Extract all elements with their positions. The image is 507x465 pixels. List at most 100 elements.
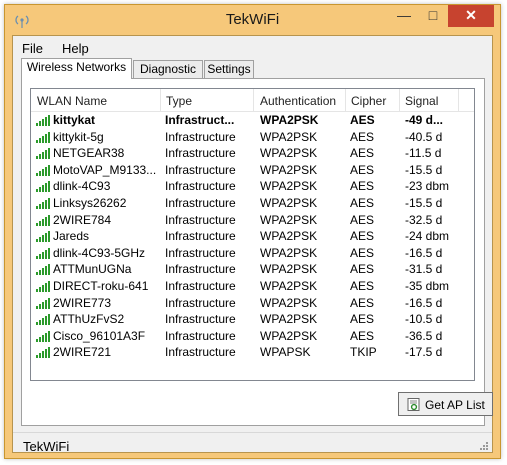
close-button[interactable]: ✕ — [448, 5, 494, 27]
cell-signal: -11.5 d — [405, 146, 442, 161]
tab-settings[interactable]: Settings — [204, 60, 254, 78]
cell-cipher: AES — [350, 162, 375, 177]
cell-wlan-name: MotoVAP_M9133... — [53, 162, 157, 177]
column-divider[interactable] — [160, 89, 161, 111]
maximize-button[interactable]: □ — [419, 5, 447, 27]
cell-authentication: WPA2PSK — [260, 129, 318, 144]
app-window: TekWiFi — □ ✕ File Help Wireless Network… — [4, 4, 501, 459]
cell-cipher: AES — [350, 279, 375, 293]
column-divider[interactable] — [253, 89, 254, 111]
table-row[interactable]: ATThUzFvS2 Infrastructure WPA2PSK AES -10.5 … — [31, 311, 474, 328]
column-header-authentication[interactable]: Authentication — [260, 94, 336, 108]
signal-strength-icon — [36, 264, 50, 276]
cell-authentication: WPA2PSK — [260, 295, 318, 310]
cell-signal: -32.5 d — [405, 212, 443, 227]
cell-wlan-name: dlink-4C93 — [53, 179, 111, 194]
cell-signal: -15.5 d — [405, 162, 443, 177]
title-bar[interactable]: TekWiFi — □ ✕ — [5, 5, 500, 35]
table-row[interactable]: DIRECT-roku-641 Infrastructure WPA2PSK AES -… — [31, 278, 474, 295]
table-row[interactable]: dlink-4C93-5GHz Infrastructure WPA2PSK AES -… — [31, 245, 474, 262]
cell-wlan-name: 2WIRE721 — [53, 345, 112, 360]
column-header-wlan-name[interactable]: WLAN Name — [37, 94, 107, 108]
cell-authentication: WPA2PSK — [260, 162, 318, 177]
cell-type: Infrastructure — [165, 328, 236, 343]
wireless-networks-panel: WLAN Name Type Authentication Cipher Sig… — [21, 78, 493, 426]
cell-signal: -10.5 d — [405, 312, 443, 327]
table-row[interactable]: Jareds Infrastructure WPA2PSK AES -24 dbm — [31, 228, 474, 245]
tab-wireless-networks[interactable]: Wireless Networks — [21, 58, 132, 79]
cell-cipher: AES — [350, 295, 375, 310]
table-row[interactable]: 2WIRE784 Infrastructure WPA2PSK AES -32.5 d — [31, 212, 474, 229]
menu-file[interactable]: File — [22, 41, 43, 56]
get-ap-list-label: Get AP List — [425, 398, 485, 412]
cell-wlan-name: Linksys26262 — [53, 196, 127, 210]
column-header-cipher[interactable]: Cipher — [351, 94, 386, 108]
cell-cipher: AES — [350, 262, 375, 277]
cell-authentication: WPA2PSK — [260, 279, 318, 293]
cell-signal: -35 dbm — [405, 279, 450, 293]
menu-help[interactable]: Help — [62, 41, 89, 56]
status-text: TekWiFi — [23, 439, 70, 454]
minimize-button[interactable]: — — [390, 5, 418, 27]
column-header-signal[interactable]: Signal — [405, 94, 438, 108]
cell-signal: -17.5 d — [405, 345, 443, 360]
list-header: WLAN Name Type Authentication Cipher Sig… — [31, 89, 474, 112]
cell-wlan-name: DIRECT-roku-641 — [53, 279, 149, 293]
cell-wlan-name: ATTMunUGNa — [53, 262, 132, 277]
signal-strength-icon — [36, 131, 50, 143]
cell-cipher: AES — [350, 212, 375, 227]
table-row[interactable]: 2WIRE773 Infrastructure WPA2PSK AES -16.5 d — [31, 295, 474, 312]
table-row[interactable]: kittykit-5g Infrastructure WPA2PSK AES -40.5… — [31, 129, 474, 146]
signal-strength-icon — [36, 148, 50, 160]
table-row[interactable]: Linksys26262 Infrastructure WPA2PSK AES -15.… — [31, 195, 474, 212]
network-list[interactable]: WLAN Name Type Authentication Cipher Sig… — [30, 88, 475, 381]
cell-type: Infrastructure — [165, 245, 236, 260]
cell-authentication: WPA2PSK — [260, 229, 318, 244]
column-divider[interactable] — [458, 89, 459, 111]
signal-strength-icon — [36, 330, 50, 342]
cell-authentication: WPA2PSK — [260, 262, 318, 277]
column-header-type[interactable]: Type — [166, 94, 192, 108]
signal-strength-icon — [36, 297, 50, 309]
cell-type: Infrastructure — [165, 179, 236, 194]
signal-strength-icon — [36, 347, 50, 359]
cell-type: Infrastructure — [165, 262, 236, 277]
status-bar: TekWiFi — [13, 432, 492, 454]
cell-authentication: WPA2PSK — [260, 146, 318, 161]
table-row[interactable]: kittykat Infrastruct... WPA2PSK AES -49 d... — [31, 112, 474, 129]
get-ap-list-button[interactable]: Get AP List — [398, 392, 493, 416]
tab-diagnostic[interactable]: Diagnostic — [133, 60, 203, 78]
cell-wlan-name: ATThUzFvS2 — [53, 312, 125, 327]
cell-type: Infrastructure — [165, 129, 236, 144]
cell-cipher: AES — [350, 328, 375, 343]
table-row[interactable]: 2WIRE721 Infrastructure WPAPSK TKIP -17.5 d — [31, 344, 474, 361]
column-divider[interactable] — [345, 89, 346, 111]
cell-cipher: TKIP — [350, 345, 377, 360]
table-row[interactable]: NETGEAR38 Infrastructure WPA2PSK AES -11.5 d — [31, 145, 474, 162]
cell-type: Infrastructure — [165, 279, 236, 293]
refresh-list-icon — [407, 398, 420, 411]
cell-type: Infrastructure — [165, 212, 236, 227]
signal-strength-icon — [36, 314, 50, 326]
table-row[interactable]: dlink-4C93 Infrastructure WPA2PSK AES -23 db… — [31, 178, 474, 195]
cell-cipher: AES — [350, 179, 375, 194]
table-row[interactable]: ATTMunUGNa Infrastructure WPA2PSK AES -31.5 … — [31, 261, 474, 278]
resize-grip-icon[interactable] — [479, 441, 489, 451]
table-row[interactable]: Cisco_96101A3F Infrastructure WPA2PSK AES -3… — [31, 328, 474, 345]
cell-wlan-name: dlink-4C93-5GHz — [53, 245, 146, 260]
cell-wlan-name: NETGEAR38 — [53, 146, 125, 161]
cell-authentication: WPA2PSK — [260, 312, 318, 327]
cell-authentication: WPA2PSK — [260, 196, 318, 210]
column-divider[interactable] — [399, 89, 400, 111]
signal-strength-icon — [36, 214, 50, 226]
cell-signal: -31.5 d — [405, 262, 443, 277]
cell-signal: -23 dbm — [405, 179, 450, 194]
cell-wlan-name: Jareds — [53, 229, 90, 244]
cell-type: Infrastructure — [165, 229, 236, 244]
signal-strength-icon — [36, 181, 50, 193]
cell-authentication: WPAPSK — [260, 345, 311, 360]
cell-cipher: AES — [350, 129, 375, 144]
table-row[interactable]: MotoVAP_M9133... Infrastructure WPA2PSK AES… — [31, 162, 474, 179]
cell-type: Infrastructure — [165, 345, 236, 360]
cell-type: Infrastructure — [165, 146, 236, 161]
